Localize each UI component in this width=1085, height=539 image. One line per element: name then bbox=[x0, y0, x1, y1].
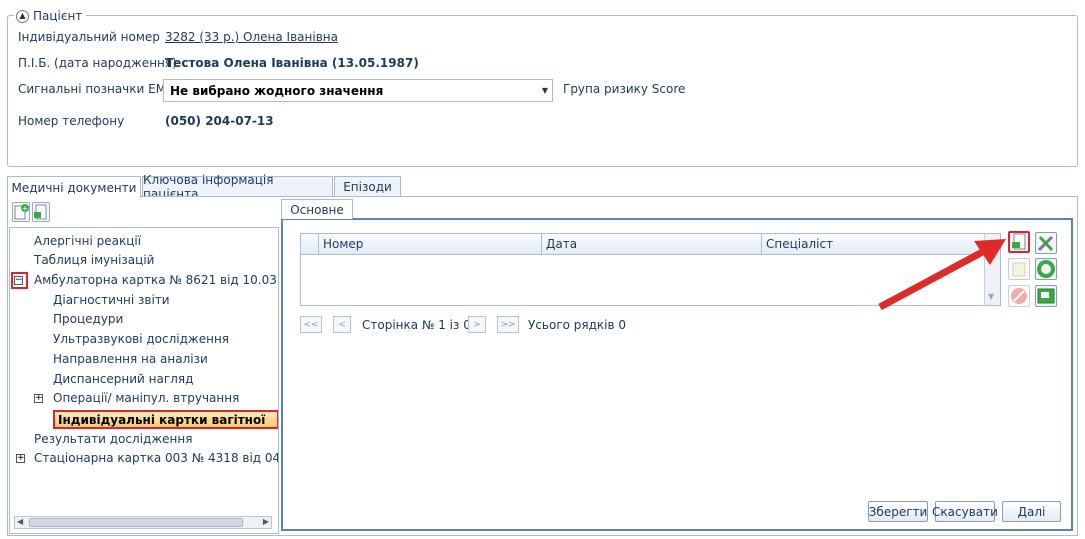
tree-item[interactable]: Диспансерний нагляд bbox=[53, 370, 193, 388]
name-label: П.І.Б. (дата народження) bbox=[18, 56, 177, 70]
tab-label: Медичні документи bbox=[11, 180, 137, 195]
left-toolbar: + bbox=[12, 202, 50, 222]
tree-item-selected[interactable]: Індивідуальні картки вагітної bbox=[53, 410, 278, 429]
tree-item[interactable]: Таблиця імунізацій bbox=[34, 251, 154, 269]
open-folder-icon[interactable] bbox=[1008, 258, 1030, 280]
name-value: Тестова Олена Іванівна (13.05.1987) bbox=[165, 56, 419, 70]
patient-legend: ▲ Пацієнт bbox=[14, 8, 87, 24]
phone-value: (050) 204-07-13 bbox=[165, 114, 274, 128]
tree-item[interactable]: Процедури bbox=[53, 310, 123, 328]
tree-item[interactable]: Ультразвукові дослідження bbox=[53, 330, 229, 348]
scroll-left-icon[interactable]: ◀ bbox=[17, 517, 23, 526]
patient-legend-label: Пацієнт bbox=[33, 9, 83, 23]
tab-main-label: Основне bbox=[290, 202, 344, 217]
tab-medical-documents[interactable]: Медичні документи bbox=[7, 176, 141, 198]
signals-label: Сигнальні позначки ЕМК bbox=[18, 82, 175, 96]
tab-episodes[interactable]: Епізоди bbox=[334, 176, 401, 197]
collapse-icon[interactable]: ▲ bbox=[16, 9, 29, 23]
signals-select[interactable]: Не вибрано жодного значення ▼ bbox=[163, 79, 553, 102]
expand-node-icon[interactable]: + bbox=[34, 394, 43, 403]
tab-label: Епізоди bbox=[343, 180, 392, 194]
tools-icon[interactable] bbox=[1035, 232, 1057, 254]
chevron-down-icon[interactable]: ▼ bbox=[538, 86, 552, 95]
document-tree[interactable]: Алергічні реакції Таблиця імунізацій − А… bbox=[9, 227, 279, 534]
pager-first-button[interactable]: << bbox=[300, 316, 322, 333]
add-document-icon[interactable]: + bbox=[12, 202, 30, 222]
svg-text:+: + bbox=[22, 204, 29, 213]
pager-prev-button[interactable]: < bbox=[333, 316, 351, 333]
pager-page-text: Сторінка № 1 із 0 bbox=[362, 318, 471, 332]
next-button[interactable]: Далі bbox=[1002, 501, 1061, 522]
highlight-box bbox=[11, 272, 28, 289]
signals-select-value: Не вибрано жодного значення bbox=[170, 83, 384, 98]
add-record-icon[interactable] bbox=[32, 202, 50, 222]
tree-item[interactable]: Алергічні реакції bbox=[34, 232, 141, 250]
refresh-icon[interactable] bbox=[1035, 258, 1057, 280]
annotation-arrow bbox=[878, 239, 1006, 311]
pager-last-button[interactable]: >> bbox=[497, 316, 519, 333]
save-button[interactable]: Зберегти bbox=[868, 501, 928, 522]
phone-label: Номер телефону bbox=[18, 114, 125, 128]
id-label: Індивідуальний номер bbox=[18, 30, 160, 44]
pager-next-button[interactable]: > bbox=[468, 316, 486, 333]
delete-icon[interactable] bbox=[1008, 285, 1030, 307]
add-record-button[interactable] bbox=[1008, 231, 1030, 253]
tree-item[interactable]: Результати дослідження bbox=[34, 430, 192, 448]
tab-key-info[interactable]: Ключова інформація пацієнта bbox=[142, 173, 333, 201]
cancel-button[interactable]: Скасувати bbox=[932, 501, 998, 522]
tree-item[interactable]: Діагностичні звіти bbox=[53, 291, 170, 309]
tree-item[interactable]: Стаціонарна картка 003 № 4318 від 04.11.… bbox=[34, 449, 278, 467]
tree-item[interactable]: Направлення на аналізи bbox=[53, 350, 208, 368]
scroll-thumb[interactable] bbox=[29, 518, 243, 527]
column-header-number[interactable]: Номер bbox=[318, 234, 541, 254]
scroll-right-icon[interactable]: ▶ bbox=[263, 517, 269, 526]
export-icon[interactable] bbox=[1035, 285, 1057, 307]
tab-main[interactable]: Основне bbox=[281, 199, 353, 219]
pager-total-text: Усього рядків 0 bbox=[528, 318, 627, 332]
tree-item[interactable]: Операції/ маніпул. втручання bbox=[53, 389, 239, 407]
expand-node-icon[interactable]: + bbox=[16, 454, 25, 463]
tree-horizontal-scrollbar[interactable]: ◀ ▶ bbox=[14, 516, 272, 529]
risk-group-label: Група ризику Score bbox=[563, 82, 686, 96]
column-header-date[interactable]: Дата bbox=[541, 234, 761, 254]
id-value-link[interactable]: 3282 (33 р.) Олена Іванівна bbox=[165, 30, 338, 44]
tree-item[interactable]: Амбулаторна картка № 8621 від 10.03.2021 bbox=[34, 271, 278, 289]
